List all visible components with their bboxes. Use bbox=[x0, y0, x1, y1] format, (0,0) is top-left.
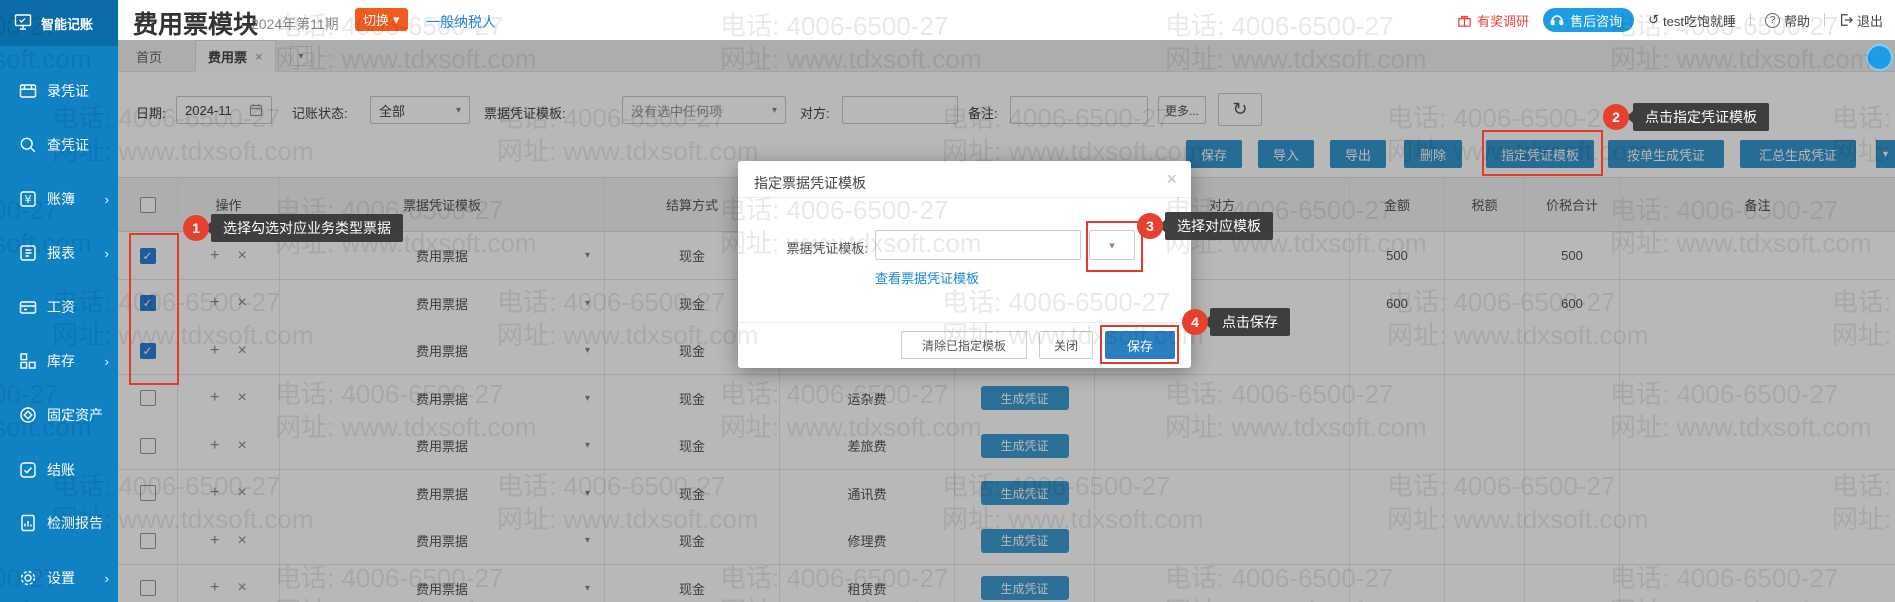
brand-label: 智能记账 bbox=[41, 14, 93, 33]
divider bbox=[1824, 13, 1825, 27]
survey-link[interactable]: 有奖调研 bbox=[1457, 11, 1529, 30]
logout-icon bbox=[1839, 13, 1853, 27]
sidebar-item-label: 账簿 bbox=[47, 189, 75, 209]
sidebar-item-label: 录凭证 bbox=[47, 81, 89, 101]
sidebar-item-inspection-report[interactable]: 检测报告 bbox=[0, 496, 118, 550]
ledger-icon: ¥ bbox=[18, 189, 38, 209]
user-menu[interactable]: ↺ test吃饱就睡 bbox=[1648, 11, 1736, 30]
sidebar-item-ledger[interactable]: ¥ 账簿 › bbox=[0, 172, 118, 226]
page-title: 费用票模块 bbox=[133, 5, 258, 41]
modal-close-button[interactable]: 关闭 bbox=[1039, 331, 1093, 359]
inspection-report-icon bbox=[18, 513, 38, 533]
sidebar-item-reports[interactable]: 报表 › bbox=[0, 226, 118, 280]
modal-template-input[interactable] bbox=[875, 230, 1081, 260]
period-label: 2024年第11期 bbox=[251, 14, 339, 34]
switch-period-button[interactable]: 切换▾ bbox=[355, 8, 408, 31]
sidebar-item-inventory[interactable]: 库存 › bbox=[0, 334, 118, 388]
divider bbox=[738, 197, 1191, 198]
floating-assistant-icon[interactable] bbox=[1866, 44, 1893, 71]
step-badge: 1 bbox=[183, 215, 209, 241]
topbar: 费用票模块 2024年第11期 切换▾ 一般纳税人 有奖调研 售后咨询 ↺ te… bbox=[118, 0, 1895, 40]
step-badge: 2 bbox=[1603, 104, 1629, 130]
view-templates-link[interactable]: 查看票据凭证模板 bbox=[875, 268, 979, 287]
voucher-search-icon bbox=[18, 135, 38, 155]
step-badge: 4 bbox=[1182, 309, 1208, 335]
help-link[interactable]: ? 帮助 bbox=[1765, 11, 1810, 30]
logout-link[interactable]: 退出 bbox=[1839, 11, 1883, 30]
step-badge: 3 bbox=[1137, 213, 1163, 239]
chevron-right-icon: › bbox=[105, 192, 109, 207]
step-tooltip: 点击保存 bbox=[1210, 308, 1290, 336]
app-root: 智能记账 录凭证查凭证 ¥ 账簿 › 报表 › 工资库存 › 固定资产结账检测报告设置 › 费用票… bbox=[0, 0, 1895, 602]
modal-template-label: 票据凭证模板: bbox=[754, 238, 868, 257]
svg-text:¥: ¥ bbox=[25, 193, 32, 206]
chevron-down-icon: ▾ bbox=[393, 12, 400, 28]
sidebar-item-label: 报表 bbox=[47, 243, 75, 263]
sidebar: 智能记账 录凭证查凭证 ¥ 账簿 › 报表 › 工资库存 › 固定资产结账检测报告设置 › bbox=[0, 0, 118, 602]
modal-template-dropdown-button[interactable]: ▾ bbox=[1089, 230, 1135, 260]
sidebar-item-payroll[interactable]: 工资 bbox=[0, 280, 118, 334]
topbar-right: 有奖调研 售后咨询 ↺ test吃饱就睡 ? 帮助 退出 bbox=[1457, 8, 1883, 32]
sidebar-item-label: 结账 bbox=[47, 460, 75, 480]
closing-icon bbox=[18, 460, 38, 480]
sidebar-item-label: 固定资产 bbox=[47, 405, 103, 425]
fixed-assets-icon bbox=[18, 405, 38, 425]
sidebar-item-voucher-search[interactable]: 查凭证 bbox=[0, 118, 118, 172]
chevron-down-icon: ▾ bbox=[1109, 240, 1115, 252]
divider bbox=[738, 322, 1191, 323]
divider bbox=[1750, 13, 1751, 27]
chevron-right-icon: › bbox=[105, 354, 109, 369]
chevron-right-icon: › bbox=[105, 571, 109, 586]
voucher-entry-icon bbox=[18, 81, 38, 101]
settings-icon bbox=[18, 568, 38, 588]
taxpayer-type-link[interactable]: 一般纳税人 bbox=[426, 12, 496, 32]
sidebar-item-voucher-entry[interactable]: 录凭证 bbox=[0, 64, 118, 118]
step-tooltip: 点击指定凭证模板 bbox=[1633, 103, 1769, 131]
step-tooltip: 选择对应模板 bbox=[1165, 212, 1273, 240]
sidebar-item-fixed-assets[interactable]: 固定资产 bbox=[0, 388, 118, 442]
sidebar-item-label: 库存 bbox=[47, 351, 75, 371]
help-icon: ? bbox=[1765, 13, 1780, 28]
support-button[interactable]: 售后咨询 bbox=[1543, 8, 1634, 32]
clear-template-button[interactable]: 清除已指定模板 bbox=[901, 331, 1027, 359]
assign-template-modal: 指定票据凭证模板 × 票据凭证模板: ▾ 查看票据凭证模板 清除已指定模板 关闭… bbox=[738, 161, 1191, 368]
gift-icon bbox=[1457, 13, 1472, 28]
sidebar-item-settings[interactable]: 设置 › bbox=[0, 551, 118, 602]
modal-title: 指定票据凭证模板 bbox=[754, 173, 866, 193]
payroll-icon bbox=[18, 297, 38, 317]
sidebar-item-label: 设置 bbox=[47, 568, 75, 588]
sidebar-item-label: 工资 bbox=[47, 297, 75, 317]
switch-account-icon: ↺ bbox=[1648, 12, 1659, 28]
modal-save-button[interactable]: 保存 bbox=[1105, 331, 1175, 359]
inventory-icon bbox=[18, 351, 38, 371]
monitor-icon bbox=[13, 12, 33, 35]
chevron-right-icon: › bbox=[105, 246, 109, 261]
sidebar-brand[interactable]: 智能记账 bbox=[0, 0, 118, 46]
reports-icon bbox=[18, 243, 38, 263]
sidebar-item-closing[interactable]: 结账 bbox=[0, 443, 118, 497]
sidebar-item-label: 检测报告 bbox=[47, 513, 103, 533]
step-tooltip: 选择勾选对应业务类型票据 bbox=[211, 214, 403, 242]
headset-icon bbox=[1549, 12, 1565, 28]
sidebar-item-label: 查凭证 bbox=[47, 135, 89, 155]
modal-close-icon[interactable]: × bbox=[1166, 169, 1177, 190]
